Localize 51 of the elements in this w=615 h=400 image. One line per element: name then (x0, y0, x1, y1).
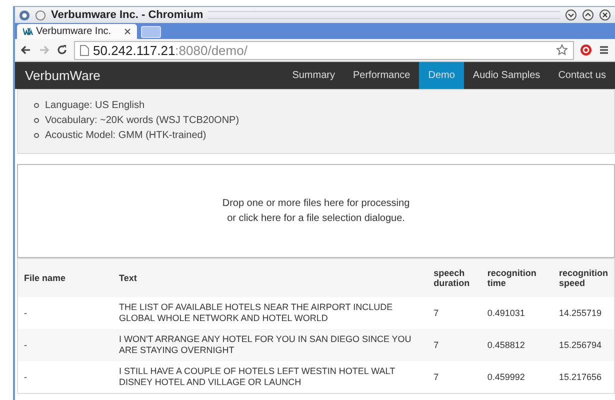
table-cell: 0.491031 (481, 297, 553, 329)
drop-zone-text: Drop one or more files here for processing (222, 197, 410, 211)
column-header: recognition time (481, 258, 553, 297)
bullet-icon (34, 118, 39, 123)
browser-tab[interactable]: Verbumware Inc. (17, 24, 137, 39)
nav-link[interactable]: Performance (344, 62, 420, 89)
bullet-icon (34, 103, 39, 108)
column-header: File name (18, 258, 114, 297)
table-cell: 14.255719 (553, 297, 614, 329)
nav-link[interactable]: Summary (283, 62, 344, 89)
table-cell: 0.458812 (481, 329, 553, 361)
bullet-icon (34, 133, 39, 138)
drop-zone-text: or click here for a file selection dialogue. (227, 212, 405, 226)
nav-link[interactable]: Contact us (549, 62, 615, 89)
site-favicon-icon (23, 28, 33, 35)
star-icon[interactable] (556, 44, 568, 56)
extension-icon[interactable] (580, 44, 592, 56)
back-icon[interactable] (20, 44, 32, 56)
column-header: speech duration (428, 258, 482, 297)
table-cell: I STILL HAVE A COUPLE OF HOTELS LEFT WESTIN HOTEL WALT DISNEY HOTEL AND VILLAGE OR LAUNCH (113, 361, 428, 394)
maximize-icon[interactable] (582, 9, 594, 21)
minimize-icon[interactable] (565, 9, 577, 21)
column-header: recognition speed (553, 258, 614, 297)
info-item: Vocabulary: ~20K words (WSJ TCB20ONP) (45, 114, 240, 128)
menu-icon[interactable] (598, 44, 610, 56)
table-cell: I WON'T ARRANGE ANY HOTEL FOR YOU IN SAN DIEGO SINCE YOU ARE STAYING OVERNIGHT (113, 329, 428, 361)
table-cell: THE LIST OF AVAILABLE HOTELS NEAR THE AIRPORT INCLUDE GLOBAL WHOLE NETWORK AND HOTEL WORLD (113, 297, 428, 329)
table-cell: 0.459992 (481, 361, 553, 394)
table-cell: - (18, 361, 114, 394)
info-item: Acoustic Model: GMM (HTK-trained) (45, 129, 206, 143)
table-cell: 15.256794 (553, 329, 614, 361)
close-icon[interactable] (599, 9, 611, 21)
nav-link[interactable]: Audio Samples (464, 62, 550, 89)
page-icon (80, 44, 89, 56)
table-cell: 15.217656 (553, 361, 614, 394)
table-cell: 7 (428, 297, 482, 329)
menu-circle-icon[interactable] (35, 10, 46, 20)
close-icon[interactable] (124, 28, 131, 35)
app-logo-icon (19, 10, 30, 20)
table-cell: - (18, 329, 114, 361)
table-cell: 7 (428, 361, 482, 394)
file-drop-zone[interactable]: Drop one or more files here for processing or click here for a file selection dialogue. (17, 164, 615, 258)
site-brand[interactable]: VerbumWare (15, 62, 284, 89)
reload-icon[interactable] (56, 44, 68, 56)
window-title: Verbumware Inc. - Chromium (51, 9, 204, 21)
table-cell: 7 (428, 329, 482, 361)
tab-title: Verbumware Inc. (36, 26, 112, 37)
table-cell: - (18, 297, 114, 329)
info-item: Language: US English (45, 99, 145, 113)
column-header: Text (113, 258, 428, 297)
address-field[interactable]: 50.242.117.21:8080/demo/ (74, 40, 574, 60)
